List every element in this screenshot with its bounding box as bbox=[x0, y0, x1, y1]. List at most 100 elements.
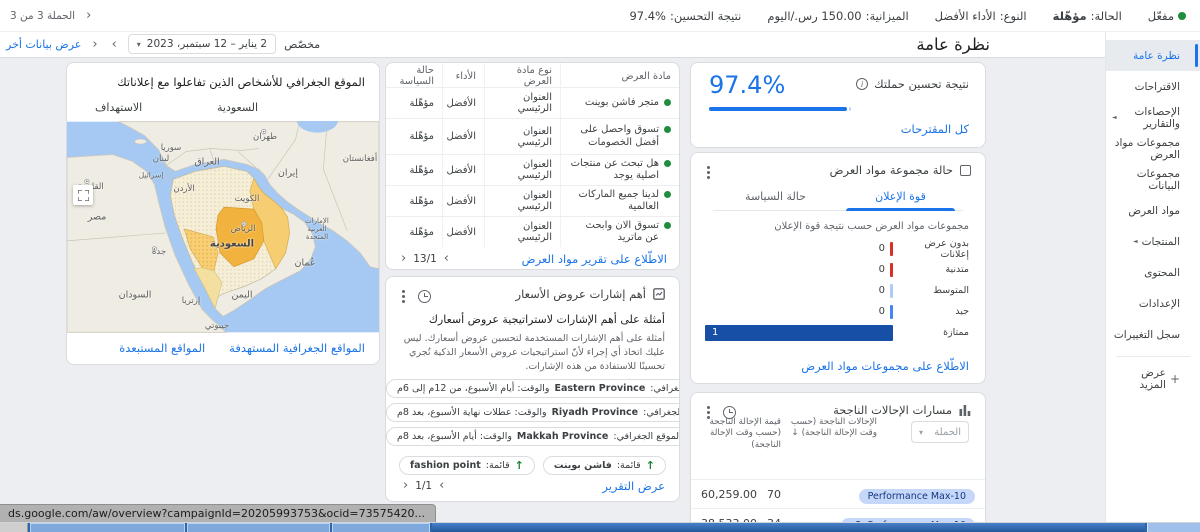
taskbar[interactable] bbox=[0, 522, 1200, 532]
enabled-label: مفعّل bbox=[1147, 9, 1174, 23]
taskbar-start-segment[interactable] bbox=[0, 523, 28, 532]
sidebar-item-insights-reports[interactable]: الإحصاءات والتقارير ◄ bbox=[1106, 102, 1200, 133]
tab-policy-status[interactable]: حالة السياسة bbox=[713, 183, 838, 210]
campaign-badge: Performance Max-10 bbox=[858, 489, 975, 504]
optimization-score-value: 97.4% bbox=[709, 71, 786, 99]
collapse-chevron-icon[interactable]: › bbox=[83, 8, 94, 23]
bid-signals-card: أهم إشارات عروض الأسعار أمثلة على أهم ال… bbox=[385, 276, 680, 502]
signal-pill: ↑ قائمة: فاشن بوينت bbox=[542, 456, 666, 476]
sidebar-item-show-more[interactable]: + عرض المزيد bbox=[1106, 363, 1200, 394]
page-indicator: 1/1 bbox=[415, 479, 433, 492]
all-recommendations-link[interactable]: كل المقترحات bbox=[901, 122, 969, 136]
page-prev-icon[interactable]: › bbox=[441, 251, 452, 266]
bar-poor bbox=[890, 262, 893, 277]
bid-signals-title: أهم إشارات عروض الأسعار bbox=[515, 287, 646, 301]
optimization-score-card: نتيجة تحسين حملتك i 97.4% كل المقترحات bbox=[690, 62, 986, 148]
page-next-icon[interactable]: ‹ bbox=[400, 478, 411, 493]
bar-chart-icon bbox=[959, 405, 971, 416]
google-ads-overview-screen: الحملة 3 من 3 › مفعّل الحالة: مؤهّلة الن… bbox=[0, 0, 1200, 532]
enabled-dot-icon bbox=[664, 190, 671, 198]
date-next-chevron-icon[interactable]: › bbox=[89, 37, 100, 52]
date-prev-chevron-icon[interactable]: ‹ bbox=[109, 37, 120, 52]
optimization-progress-fill bbox=[709, 107, 848, 111]
campaign-pager-label: الحملة 3 من 3 bbox=[10, 9, 76, 22]
excluded-locations-link[interactable]: المواقع المستبعدة bbox=[119, 341, 205, 355]
date-range-picker[interactable]: 2 يناير – 12 سبتمبر، 2023 ▾ bbox=[127, 34, 277, 54]
sort-down-icon: ↓ bbox=[791, 428, 799, 439]
caret-down-icon: ▾ bbox=[136, 39, 141, 49]
col-conversion-value: قيمة الإحالة الناجحة (حسب وقت الإحالة ال… bbox=[709, 417, 781, 450]
date-preset-label: مخصّص bbox=[284, 37, 321, 51]
asset-group-status-card: حالة مجموعة مواد العرض قوة الإعلان حالة … bbox=[690, 152, 986, 384]
campaign-filter-dropdown[interactable]: الحملة ▾ bbox=[911, 421, 969, 443]
asset-report-link[interactable]: الاطّلاع على تقرير مواد العرض bbox=[522, 252, 667, 266]
view-other-data-link[interactable]: عرض بيانات أخر bbox=[6, 38, 81, 51]
sidebar-item-change-history[interactable]: سجل التغييرات bbox=[1106, 319, 1200, 350]
targeting-label: الاستهداف bbox=[95, 101, 143, 114]
page-prev-icon[interactable]: › bbox=[436, 478, 447, 493]
view-asset-groups-link[interactable]: الاطّلاع على مجموعات مواد العرض bbox=[801, 359, 969, 373]
bar-good bbox=[890, 304, 893, 319]
status-item-budget: الميزانية: 150.00 رس./اليوم bbox=[767, 9, 909, 23]
col-asset-type: نوع مادة العرض bbox=[485, 63, 561, 89]
fullscreen-icon bbox=[77, 189, 89, 201]
col-conversions[interactable]: الإحالات الناجحة (حسب وقت الإحالة الناجح… bbox=[785, 417, 877, 440]
col-performance: الأداء bbox=[443, 63, 485, 89]
geography-card-title: الموقع الجغرافي للأشخاص الذين تفاعلوا مع… bbox=[117, 75, 365, 89]
conversion-paths-title: مسارات الإحالات الناجحة bbox=[833, 403, 952, 417]
plus-icon: + bbox=[1169, 371, 1180, 386]
sidebar-item-settings[interactable]: الإعدادات bbox=[1106, 288, 1200, 319]
table-row: لدينا جميع الماركات العالمية العنوان الر… bbox=[386, 185, 679, 216]
sidebar-item-overview[interactable]: نظرة عامة bbox=[1106, 40, 1200, 71]
sidebar-item-data-feeds[interactable]: مجموعات البيانات bbox=[1106, 164, 1200, 195]
overview-toolbar: نظرة عامة عرض بيانات أخر › ‹ 2 يناير – 1… bbox=[0, 32, 1105, 58]
geography-card: الموقع الجغرافي للأشخاص الذين تفاعلوا مع… bbox=[66, 62, 380, 365]
enabled-dot-icon bbox=[664, 221, 671, 229]
taskbar-active-segment[interactable] bbox=[432, 523, 1145, 532]
taskbar-window-button[interactable] bbox=[30, 523, 185, 532]
table-row: تسوق الان وابحث عن ماتريد العنوان الرئيس… bbox=[386, 216, 679, 247]
sidebar-item-products[interactable]: المنتجات ◄ bbox=[1106, 226, 1200, 257]
taskbar-window-button[interactable] bbox=[187, 523, 330, 532]
sidebar-item-content[interactable]: المحتوى bbox=[1106, 257, 1200, 288]
status-item-type: النوع: الأداء الأفضل bbox=[934, 9, 1027, 23]
map-fullscreen-button[interactable] bbox=[73, 185, 93, 205]
conversion-paths-card: مسارات الإحالات الناجحة الحملة ▾ قيمة ال… bbox=[690, 392, 986, 532]
sidebar-nav: نظرة عامة الاقتراحات الإحصاءات والتقارير… bbox=[1105, 32, 1200, 532]
campaign-enabled-chip[interactable]: مفعّل bbox=[1148, 9, 1186, 23]
targeted-locations-link[interactable]: المواقع الجغرافية المستهدفة bbox=[229, 341, 365, 355]
bar-excellent: 1 bbox=[705, 324, 893, 341]
signal-pill: ↓ الموقع الجغرافي:Makkah Provinceوالوقت:… bbox=[386, 427, 679, 447]
info-icon[interactable]: i bbox=[856, 78, 869, 90]
table-row: تسوق واحصل على أفضل الخصومات العنوان الر… bbox=[386, 118, 679, 154]
view-report-link[interactable]: عرض التقرير bbox=[602, 479, 665, 493]
enabled-dot-icon bbox=[1178, 12, 1186, 20]
asset-group-icon bbox=[960, 164, 971, 176]
enabled-dot-icon bbox=[664, 159, 671, 167]
taskbar-end-segment[interactable] bbox=[1147, 523, 1200, 532]
browser-status-url: ds.google.com/aw/overview?campaignId=202… bbox=[0, 504, 437, 523]
campaign-pager[interactable]: الحملة 3 من 3 › bbox=[10, 8, 94, 23]
expand-left-icon: ◄ bbox=[1112, 114, 1117, 121]
signals-description: أمثلة على أهم الإشارات المستخدمة لتحسين … bbox=[403, 333, 665, 372]
assets-table-header: مادة العرض نوع مادة العرض الأداء حالة ال… bbox=[386, 63, 679, 89]
campaign-status-bar: الحملة 3 من 3 › مفعّل الحالة: مؤهّلة الن… bbox=[0, 0, 1200, 32]
chart-subtitle: مجموعات مواد العرض حسب نتيجة قوة الإعلان bbox=[774, 221, 969, 232]
expand-left-icon: ◄ bbox=[1132, 238, 1138, 245]
col-asset: مادة العرض bbox=[621, 70, 671, 82]
signal-pill: ↓ الموقع الجغرافي:Riyadh Provinceوالوقت:… bbox=[386, 403, 679, 423]
kebab-menu-icon[interactable] bbox=[398, 289, 408, 303]
history-clock-icon[interactable] bbox=[418, 289, 431, 303]
kebab-menu-icon[interactable] bbox=[703, 165, 713, 179]
middle-east-map bbox=[67, 121, 379, 333]
status-item-optimization: نتيجة التحسين: 97.4% bbox=[629, 9, 742, 23]
sidebar-item-assets[interactable]: مواد العرض bbox=[1106, 195, 1200, 226]
optimization-score-title: نتيجة تحسين حملتك bbox=[874, 77, 969, 91]
page-next-icon[interactable]: ‹ bbox=[398, 251, 409, 266]
tab-ad-strength[interactable]: قوة الإعلان bbox=[838, 183, 963, 211]
assets-table-card: مادة العرض نوع مادة العرض الأداء حالة ال… bbox=[385, 62, 680, 270]
sidebar-item-asset-groups[interactable]: مجموعات مواد العرض bbox=[1106, 133, 1200, 164]
taskbar-window-button[interactable] bbox=[332, 523, 430, 532]
map-canvas[interactable]: طهران سوريا لبنان العراق إيران أفغانستان… bbox=[67, 121, 379, 333]
sidebar-item-recommendations[interactable]: الاقتراحات bbox=[1106, 71, 1200, 102]
